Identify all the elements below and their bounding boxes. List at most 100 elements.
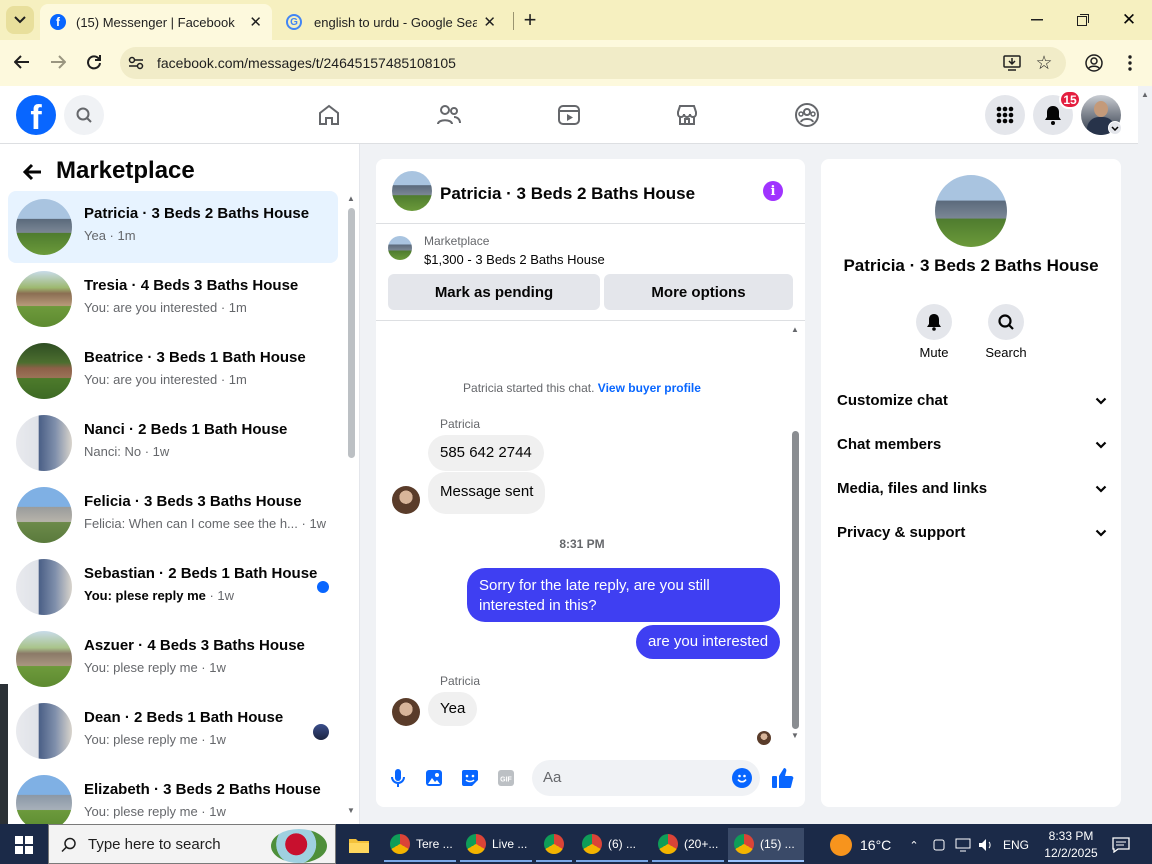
list-item[interactable]: Tresia · 4 Beds 3 Baths House You: are y… (8, 263, 338, 335)
account-chevron-icon[interactable] (1108, 121, 1122, 135)
listing-thumbnail (16, 703, 72, 759)
mark-pending-button[interactable]: Mark as pending (388, 274, 600, 310)
system-clock[interactable]: 8:33 PM 12/2/2025 (1040, 828, 1102, 862)
conversation-scrollbar[interactable]: ▲ ▼ (346, 194, 356, 820)
page-scrollbar[interactable]: ▲ (1138, 86, 1152, 824)
chat-title[interactable]: Patricia · 3 Beds 2 Baths House (440, 184, 695, 204)
conversation-preview: You: plese reply me · 1w (84, 588, 234, 603)
listing-detail[interactable]: $1,300 - 3 Beds 2 Baths House (424, 252, 605, 267)
list-item[interactable]: Felicia · 3 Beds 3 Baths House Felicia: … (8, 479, 338, 551)
back-button[interactable] (8, 48, 36, 76)
sticker-icon[interactable] (460, 767, 480, 789)
unread-dot (317, 581, 329, 593)
nav-friends[interactable] (432, 100, 466, 130)
message-bubble[interactable]: Message sent (428, 472, 546, 514)
facebook-logo-icon[interactable]: f (16, 95, 56, 137)
reload-button[interactable] (80, 48, 108, 76)
url-text[interactable]: facebook.com/messages/t/2464515748510810… (157, 55, 456, 71)
taskbar-app-chrome-5[interactable]: (20+... (652, 828, 724, 862)
address-bar[interactable]: facebook.com/messages/t/2464515748510810… (120, 47, 1066, 79)
nav-marketplace[interactable] (670, 100, 704, 130)
list-item[interactable]: Elizabeth · 3 Beds 2 Baths House You: pl… (8, 767, 338, 824)
list-item[interactable]: Beatrice · 3 Beds 1 Bath House You: are … (8, 335, 338, 407)
list-item[interactable]: Sebastian · 2 Beds 1 Bath House You: ple… (8, 551, 338, 623)
view-buyer-profile-link[interactable]: View buyer profile (598, 381, 701, 395)
input-language[interactable]: ENG (1003, 828, 1029, 862)
list-item[interactable]: Nanci · 2 Beds 1 Bath House Nanci: No · … (8, 407, 338, 479)
preview-time: · 1w (209, 588, 235, 603)
browser-menu-button[interactable] (1118, 51, 1142, 75)
show-hidden-icons[interactable]: ⌃ (906, 828, 922, 862)
photo-icon[interactable] (424, 767, 444, 789)
taskbar-search-box[interactable]: Type here to search (48, 824, 336, 864)
tab-google[interactable]: G english to urdu - Google Search ✕ (276, 4, 506, 40)
message-input[interactable]: Aa (532, 760, 760, 796)
chat-header-avatar[interactable] (392, 171, 432, 211)
meet-now-icon[interactable] (930, 828, 948, 862)
taskbar-app-chrome-2[interactable]: Live ... (460, 828, 532, 862)
taskbar-app-chrome-4[interactable]: (6) ... (576, 828, 648, 862)
search-icon (998, 314, 1014, 330)
weather-widget[interactable]: 16°C (830, 828, 896, 862)
list-item[interactable]: Patricia · 3 Beds 2 Baths House Yea · 1m (8, 191, 338, 263)
outgoing-message-bubble[interactable]: are you interested (636, 625, 781, 659)
close-tab-icon[interactable]: ✕ (249, 13, 262, 31)
nav-groups[interactable] (790, 100, 824, 130)
search-in-chat-button[interactable] (988, 304, 1024, 340)
taskbar-app-label: (6) ... (608, 837, 637, 851)
bookmark-star-icon[interactable]: ☆ (1034, 52, 1054, 74)
section-chat-members[interactable]: Chat members (837, 436, 1107, 453)
install-app-icon[interactable] (1002, 53, 1022, 73)
outgoing-message-bubble[interactable]: Sorry for the late reply, are you still … (467, 568, 780, 622)
nav-video[interactable] (552, 100, 586, 130)
profile-button[interactable] (1082, 51, 1106, 75)
search-button[interactable] (64, 95, 104, 135)
taskbar-app-chrome-3[interactable] (536, 828, 572, 862)
chevron-down-icon (14, 16, 26, 24)
minimize-button[interactable] (1022, 8, 1052, 32)
chat-scrollbar[interactable]: ▲ ▼ (790, 325, 800, 743)
more-options-button[interactable]: More options (604, 274, 793, 310)
mute-button[interactable] (916, 304, 952, 340)
network-icon[interactable] (953, 828, 973, 862)
notification-center-icon[interactable] (1110, 828, 1132, 862)
taskbar-app-chrome-6-active[interactable]: (15) ... (728, 828, 804, 862)
site-settings-icon[interactable] (128, 55, 144, 71)
volume-icon[interactable] (976, 828, 996, 862)
listing-divider (376, 320, 805, 321)
message-bubble[interactable]: Yea (428, 692, 478, 726)
tab-messenger[interactable]: f (15) Messenger | Facebook ✕ (40, 4, 272, 40)
close-window-button[interactable]: ✕ (1114, 8, 1144, 32)
voice-clip-icon[interactable] (388, 767, 408, 789)
forward-button[interactable] (44, 48, 72, 76)
back-arrow-icon[interactable] (18, 160, 46, 184)
info-icon[interactable]: i (763, 181, 783, 201)
file-explorer-icon[interactable] (342, 828, 376, 862)
section-privacy-support[interactable]: Privacy & support (837, 524, 1107, 541)
taskbar-app-label: (20+... (684, 837, 719, 851)
start-button[interactable] (0, 828, 48, 862)
chat-started-notice: Patricia started this chat. View buyer p… (376, 381, 788, 395)
gif-icon[interactable]: GIF (496, 767, 516, 789)
sender-avatar[interactable] (392, 486, 420, 514)
taskbar-app-chrome-1[interactable]: Tere ... (384, 828, 456, 862)
close-tab-icon[interactable]: ✕ (483, 13, 496, 31)
menu-button[interactable] (985, 95, 1025, 135)
list-item[interactable]: Aszuer · 4 Beds 3 Baths House You: plese… (8, 623, 338, 695)
emoji-icon[interactable] (732, 768, 752, 788)
message-bubble[interactable]: 585 642 2744 (428, 435, 544, 471)
section-customize-chat[interactable]: Customize chat (837, 392, 1107, 409)
tab-search-button[interactable] (6, 6, 34, 34)
profile-photo[interactable] (935, 175, 1007, 247)
sender-avatar[interactable] (392, 698, 420, 726)
list-item[interactable]: Dean · 2 Beds 1 Bath House You: plese re… (8, 695, 338, 767)
like-button[interactable] (770, 765, 796, 791)
section-media-files-links[interactable]: Media, files and links (837, 480, 1107, 497)
timestamp-separator: 8:31 PM (559, 537, 605, 551)
chrome-icon (544, 834, 564, 854)
conversation-name: Felicia · 3 Beds 3 Baths House (84, 493, 302, 510)
profile-icon (1085, 54, 1103, 72)
maximize-button[interactable] (1068, 8, 1098, 32)
new-tab-button[interactable]: + (518, 7, 542, 32)
nav-home[interactable] (312, 100, 346, 130)
